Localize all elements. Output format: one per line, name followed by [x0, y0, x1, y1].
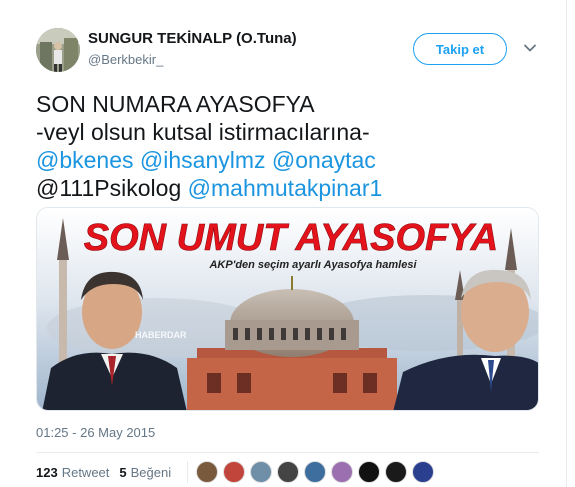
- liker-avatar[interactable]: [277, 461, 300, 483]
- stats-separator: [187, 461, 189, 483]
- tweet-text-line-3: @bkenes @ihsanylmz @onaytac: [36, 146, 382, 174]
- mention-plain: @111Psikolog: [36, 175, 182, 201]
- liker-avatars: [196, 461, 439, 483]
- tweet-timestamp[interactable]: 01:25 - 26 May 2015: [36, 425, 155, 440]
- display-name[interactable]: SUNGUR TEKİNALP (O.Tuna): [88, 30, 297, 47]
- liker-avatar[interactable]: [385, 461, 408, 483]
- tweet-text-line-1: SON NUMARA AYASOFYA: [36, 91, 315, 117]
- chevron-down-icon[interactable]: [522, 40, 538, 56]
- liker-avatar[interactable]: [250, 461, 273, 483]
- avatar[interactable]: [36, 28, 80, 72]
- liker-avatar[interactable]: [331, 461, 354, 483]
- tweet-text-line-2: -veyl olsun kutsal istirmacılarına-: [36, 119, 370, 145]
- like-count[interactable]: 5: [119, 465, 126, 480]
- liker-avatar[interactable]: [196, 461, 219, 483]
- retweet-count[interactable]: 123: [36, 465, 58, 480]
- avatar-image: [36, 28, 80, 72]
- follow-button[interactable]: Takip et: [413, 33, 507, 65]
- media-headline: SON UMUT AYASOFYA: [84, 217, 498, 259]
- media-illustration: SON UMUT AYASOFYA AKP'den seçim ayarlı A…: [37, 208, 538, 410]
- tweet-stats: 123 Retweet 5 Beğeni: [36, 461, 439, 483]
- tweet-text-line-4: @111Psikolog @mahmutakpinar1: [36, 174, 382, 202]
- like-label[interactable]: Beğeni: [131, 465, 171, 480]
- liker-avatar[interactable]: [358, 461, 381, 483]
- user-handle[interactable]: @Berkbekir_: [88, 52, 163, 67]
- liker-avatar[interactable]: [304, 461, 327, 483]
- mention-link[interactable]: @bkenes: [36, 147, 134, 173]
- mention-link[interactable]: @onaytac: [272, 147, 376, 173]
- tweet-text: SON NUMARA AYASOFYA -veyl olsun kutsal i…: [36, 90, 382, 202]
- liker-avatar[interactable]: [412, 461, 435, 483]
- mention-link[interactable]: @mahmutakpinar1: [188, 175, 383, 201]
- mention-link[interactable]: @ihsanylmz: [140, 147, 266, 173]
- liker-avatar[interactable]: [223, 461, 246, 483]
- media-watermark: HABERDAR: [135, 330, 187, 340]
- tweet-media-image[interactable]: SON UMUT AYASOFYA AKP'den seçim ayarlı A…: [36, 207, 539, 411]
- media-subheadline: AKP'den seçim ayarlı Ayasofya hamlesi: [208, 259, 417, 271]
- retweet-label[interactable]: Retweet: [62, 465, 110, 480]
- divider: [36, 452, 539, 453]
- tweet-card: SUNGUR TEKİNALP (O.Tuna) @Berkbekir_ Tak…: [0, 0, 567, 487]
